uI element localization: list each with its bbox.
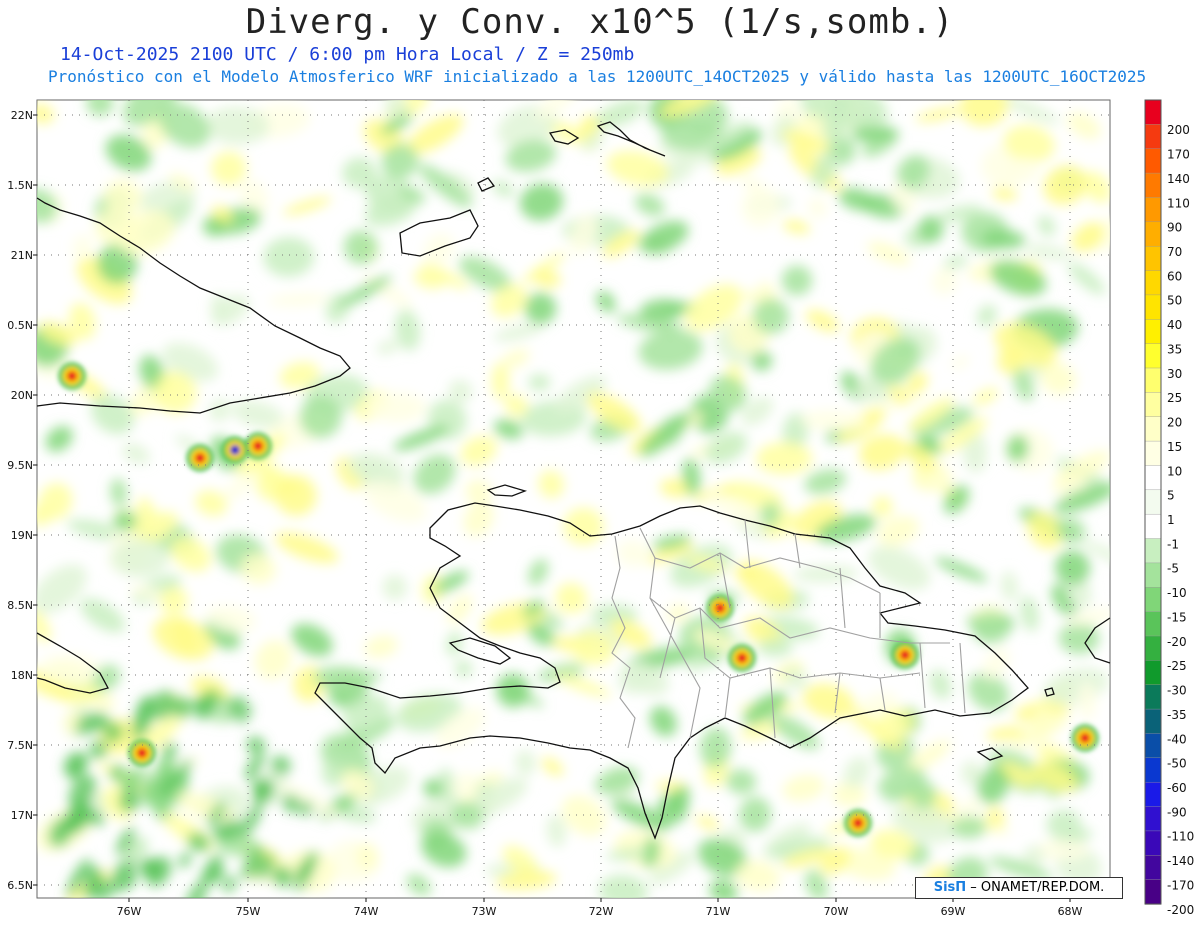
latitude-label: 8.5N — [7, 599, 33, 612]
colorbar-swatch — [1144, 635, 1162, 662]
colorbar-label: 140 — [1167, 172, 1190, 186]
colorbar-label: 40 — [1167, 318, 1182, 332]
colorbar-swatch — [1144, 489, 1162, 515]
colorbar-swatch — [1144, 124, 1162, 150]
colorbar-label: 1 — [1167, 513, 1175, 527]
colorbar-swatch — [1144, 172, 1162, 199]
longitude-label: 69W — [941, 905, 966, 918]
colorbar-swatch — [1144, 197, 1162, 223]
colorbar-label: 170 — [1167, 148, 1190, 162]
colorbar-label: 35 — [1167, 342, 1182, 356]
longitude-label: 75W — [236, 905, 261, 918]
longitude-label: 73W — [472, 905, 497, 918]
colorbar-swatch — [1144, 294, 1162, 320]
colorbar-swatch — [1144, 513, 1162, 540]
latitude-label: 6.5N — [7, 879, 33, 892]
longitude-label: 71W — [706, 905, 731, 918]
latitude-label: 9.5N — [7, 459, 33, 472]
colorbar-label: -35 — [1167, 708, 1187, 722]
colorbar-swatch — [1144, 684, 1162, 710]
colorbar-label: -25 — [1167, 659, 1187, 673]
colorbar-label: 10 — [1167, 464, 1182, 478]
credit-text: – ONAMET/REP.DOM. — [966, 880, 1105, 895]
colorbar-swatch — [1144, 562, 1162, 588]
colorbar-label: 30 — [1167, 367, 1182, 381]
longitude-label: 76W — [117, 905, 142, 918]
colorbar-swatch — [1144, 270, 1162, 296]
colorbar-swatch — [1144, 416, 1162, 442]
colorbar-swatch — [1144, 660, 1162, 686]
colorbar-label: -170 — [1167, 878, 1194, 892]
colorbar-label: 60 — [1167, 269, 1182, 283]
colorbar-label: 200 — [1167, 123, 1190, 137]
colorbar-swatch — [1144, 733, 1162, 759]
latitude-label: 21N — [11, 249, 33, 262]
forecast-map: 22N 1.5N 21N 0.5N 20N 9.5N 19N 8.5N 18N 7.5N 17N 6.… — [7, 99, 1194, 918]
colorbar-swatch — [1144, 343, 1162, 369]
colorbar-swatch — [1144, 221, 1162, 247]
colorbar-label: 5 — [1167, 489, 1175, 503]
colorbar-swatch — [1144, 148, 1162, 174]
sispi-logo: SisΠ — [933, 880, 967, 895]
colorbar-label: -15 — [1167, 610, 1187, 624]
colorbar-swatch — [1144, 757, 1162, 783]
colorbar-swatch — [1144, 855, 1162, 881]
colorbar-label: -90 — [1167, 805, 1187, 819]
colorbar-swatch — [1144, 806, 1162, 832]
colorbar-label: -30 — [1167, 684, 1187, 698]
latitude-label: 0.5N — [7, 319, 33, 332]
colorbar-label: 90 — [1167, 221, 1182, 235]
colorbar-swatch — [1144, 830, 1162, 856]
colorbar-swatch — [1144, 879, 1162, 905]
latitude-label: 19N — [11, 529, 33, 542]
colorbar-swatch — [1144, 319, 1162, 345]
colorbar-swatch — [1144, 587, 1162, 613]
latitude-label: 20N — [11, 389, 33, 402]
colorbar-label: 110 — [1167, 196, 1190, 210]
longitude-axis: 76W 75W 74W 73W 72W 71W 70W 69W 68W — [117, 898, 1083, 918]
colorbar-swatch — [1144, 392, 1162, 418]
longitude-label: 70W — [824, 905, 849, 918]
colorbar-label: 70 — [1167, 245, 1182, 259]
colorbar-label: 20 — [1167, 416, 1182, 430]
colorbar-swatch — [1144, 538, 1162, 564]
longitude-label: 68W — [1058, 905, 1083, 918]
colorbar-label: -60 — [1167, 781, 1187, 795]
colorbar-swatch — [1144, 245, 1162, 272]
colorbar-label: -1 — [1167, 537, 1179, 551]
colorbar-label: -200 — [1167, 903, 1194, 917]
colorbar-label: 50 — [1167, 294, 1182, 308]
model-run-subtitle: Pronóstico con el Modelo Atmosferico WRF… — [48, 67, 1147, 86]
latitude-label: 17N — [11, 809, 33, 822]
colorbar-swatch — [1144, 708, 1162, 735]
latitude-label: 7.5N — [7, 739, 33, 752]
credit-box: SisΠ – ONAMET/REP.DOM. — [915, 877, 1123, 899]
colorbar-label: -50 — [1167, 757, 1187, 771]
colorbar-swatch — [1144, 367, 1162, 394]
colorbar-label: -40 — [1167, 732, 1187, 746]
colorbar-label: -20 — [1167, 635, 1187, 649]
colorbar: 200 170 140 110 90 70 60 50 40 35 30 25 20 15 10 5 1 -1 -5… — [1144, 99, 1194, 917]
colorbar-swatch — [1144, 781, 1162, 808]
colorbar-swatch — [1144, 99, 1162, 126]
latitude-label: 1.5N — [7, 179, 33, 192]
longitude-label: 74W — [354, 905, 379, 918]
colorbar-swatch — [1144, 440, 1162, 467]
map-title: Diverg. y Conv. x10^5 (1/s,somb.) — [245, 2, 955, 42]
latitude-label: 18N — [11, 669, 33, 682]
latitude-label: 22N — [11, 109, 33, 122]
colorbar-swatch — [1144, 465, 1162, 491]
longitude-label: 72W — [589, 905, 614, 918]
colorbar-label: -140 — [1167, 854, 1194, 868]
colorbar-swatch — [1144, 611, 1162, 637]
valid-time-subtitle: 14-Oct-2025 2100 UTC / 6:00 pm Hora Loca… — [60, 44, 635, 65]
colorbar-label: 15 — [1167, 440, 1182, 454]
colorbar-label: -10 — [1167, 586, 1187, 600]
colorbar-label: -5 — [1167, 562, 1179, 576]
colorbar-label: 25 — [1167, 391, 1182, 405]
latitude-axis: 22N 1.5N 21N 0.5N 20N 9.5N 19N 8.5N 18N 7.5N 17N 6.… — [7, 109, 37, 892]
colorbar-label: -110 — [1167, 830, 1194, 844]
